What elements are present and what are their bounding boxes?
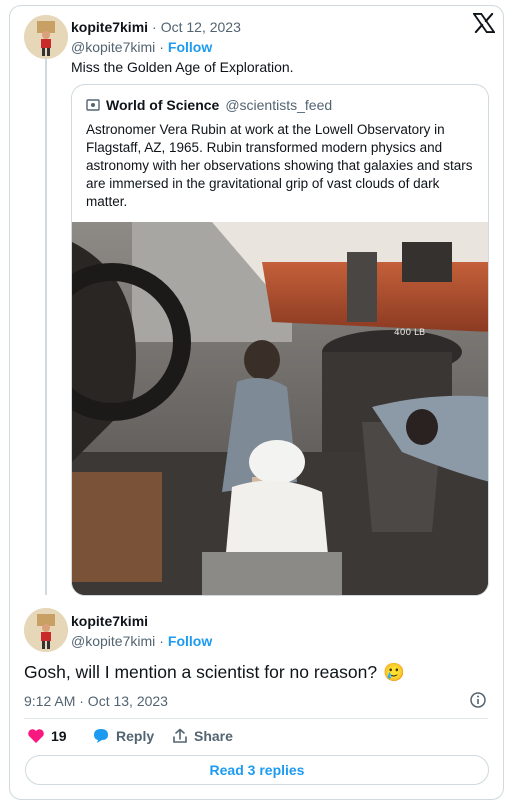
reply-button[interactable]: Reply xyxy=(92,728,154,744)
read-replies-label: Read 3 replies xyxy=(209,762,305,778)
like-count: 19 xyxy=(51,728,67,744)
avatar[interactable] xyxy=(24,15,68,59)
observatory-photo: 400 LB xyxy=(72,222,488,595)
tweet-date[interactable]: Oct 12, 2023 xyxy=(161,19,241,35)
handle[interactable]: @kopite7kimi xyxy=(71,39,155,55)
reply-bubble-icon xyxy=(94,729,108,743)
info-icon[interactable] xyxy=(470,692,486,708)
heart-icon xyxy=(28,729,44,743)
like-button[interactable]: 19 xyxy=(27,728,67,744)
reply-avatar[interactable] xyxy=(24,608,68,652)
x-logo-icon[interactable] xyxy=(473,13,495,33)
quoted-tweet[interactable]: World of Science @scientists_feed Astron… xyxy=(71,84,489,596)
divider xyxy=(24,718,488,719)
thread-line xyxy=(45,58,47,595)
read-replies-button[interactable]: Read 3 replies xyxy=(25,755,489,785)
reply-avatar-image xyxy=(24,608,68,652)
photo-label: 400 LB xyxy=(394,328,425,338)
reply-emoji: 🥲 xyxy=(383,662,405,682)
reply-timestamp[interactable]: 9:12 AM · Oct 13, 2023 xyxy=(24,693,168,709)
avatar-image xyxy=(24,15,68,59)
quoted-photo[interactable]: 400 LB xyxy=(72,222,488,595)
display-name[interactable]: kopite7kimi xyxy=(71,19,148,35)
quoted-text: Astronomer Vera Rubin at work at the Low… xyxy=(86,122,473,209)
reply-label: Reply xyxy=(116,728,155,744)
reply-follow-button[interactable]: Follow xyxy=(168,633,212,649)
quoted-avatar-icon xyxy=(86,99,100,111)
reply-display-name[interactable]: kopite7kimi xyxy=(71,613,148,629)
share-label: Share xyxy=(194,728,233,744)
share-button[interactable]: Share xyxy=(172,728,233,744)
share-icon xyxy=(173,728,187,743)
quoted-handle: @scientists_feed xyxy=(225,97,333,113)
quoted-display-name: World of Science xyxy=(106,97,220,113)
tweet-text: Miss the Golden Age of Exploration. xyxy=(71,59,294,75)
follow-button[interactable]: Follow xyxy=(168,39,212,55)
reply-handle[interactable]: @kopite7kimi xyxy=(71,633,155,649)
reply-text: Gosh, will I mention a scientist for no … xyxy=(24,662,378,682)
